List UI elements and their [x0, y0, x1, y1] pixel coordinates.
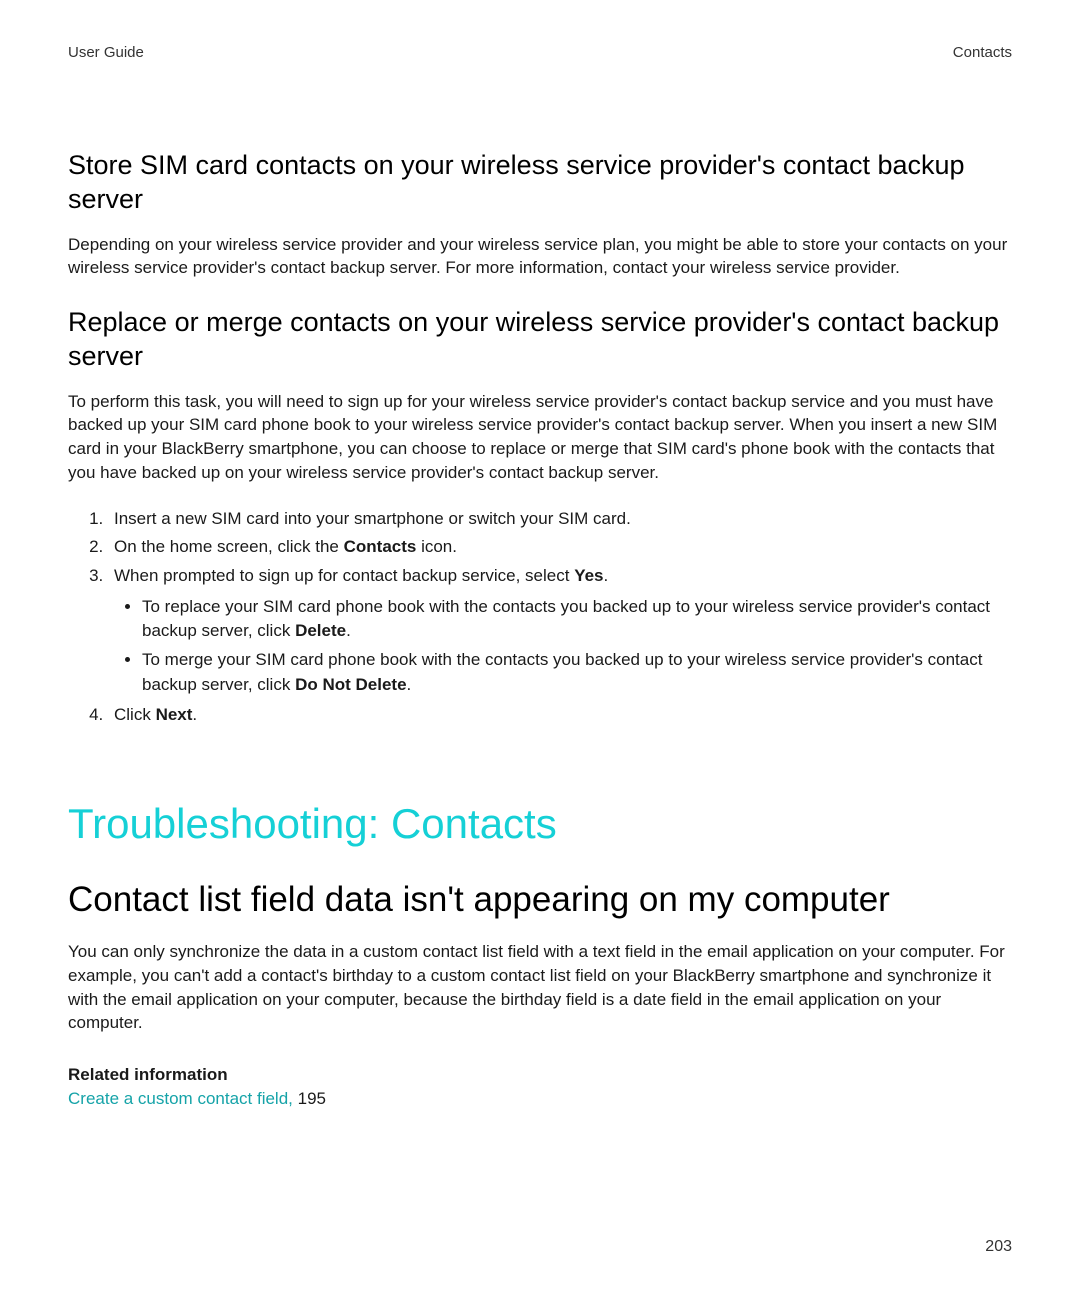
- step-2-post: icon.: [416, 537, 457, 556]
- related-information-label: Related information: [68, 1065, 1012, 1085]
- step-4-post: .: [192, 705, 197, 724]
- section2-body: To perform this task, you will need to s…: [68, 390, 1012, 485]
- header-left: User Guide: [68, 44, 144, 61]
- step-1-text: Insert a new SIM card into your smartpho…: [114, 509, 631, 528]
- step-2-pre: On the home screen, click the: [114, 537, 344, 556]
- section1-title: Store SIM card contacts on your wireless…: [68, 149, 1012, 217]
- related-line: Create a custom contact field, 195: [68, 1089, 1012, 1109]
- step-3-sublist: To replace your SIM card phone book with…: [114, 595, 1012, 698]
- bullet-2-post: .: [407, 675, 412, 694]
- page-container: User Guide Contacts Store SIM card conta…: [0, 0, 1080, 1296]
- steps-list: Insert a new SIM card into your smartpho…: [68, 507, 1012, 728]
- related-page: 195: [293, 1089, 326, 1108]
- bullet-1-pre: To replace your SIM card phone book with…: [142, 597, 990, 641]
- troubleshooting-heading: Troubleshooting: Contacts: [68, 800, 1012, 848]
- step-4: Click Next.: [108, 703, 1012, 728]
- step-2: On the home screen, click the Contacts i…: [108, 535, 1012, 560]
- step-3-post: .: [604, 566, 609, 585]
- bullet-2: To merge your SIM card phone book with t…: [142, 648, 1012, 697]
- related-link[interactable]: Create a custom contact field,: [68, 1089, 293, 1108]
- header-right: Contacts: [953, 44, 1012, 61]
- bullet-1-post: .: [346, 621, 351, 640]
- step-1: Insert a new SIM card into your smartpho…: [108, 507, 1012, 532]
- step-2-bold: Contacts: [344, 537, 417, 556]
- step-4-pre: Click: [114, 705, 156, 724]
- running-header: User Guide Contacts: [68, 44, 1012, 61]
- page-number: 203: [985, 1238, 1012, 1256]
- section1-body: Depending on your wireless service provi…: [68, 233, 1012, 281]
- step-4-bold: Next: [156, 705, 193, 724]
- bullet-2-bold: Do Not Delete: [295, 675, 406, 694]
- topic-body: You can only synchronize the data in a c…: [68, 940, 1012, 1035]
- step-3-pre: When prompted to sign up for contact bac…: [114, 566, 574, 585]
- topic-heading: Contact list field data isn't appearing …: [68, 880, 1012, 920]
- bullet-1-bold: Delete: [295, 621, 346, 640]
- bullet-1: To replace your SIM card phone book with…: [142, 595, 1012, 644]
- step-3: When prompted to sign up for contact bac…: [108, 564, 1012, 697]
- step-3-bold: Yes: [574, 566, 603, 585]
- section2-title: Replace or merge contacts on your wirele…: [68, 306, 1012, 374]
- bullet-2-pre: To merge your SIM card phone book with t…: [142, 650, 982, 694]
